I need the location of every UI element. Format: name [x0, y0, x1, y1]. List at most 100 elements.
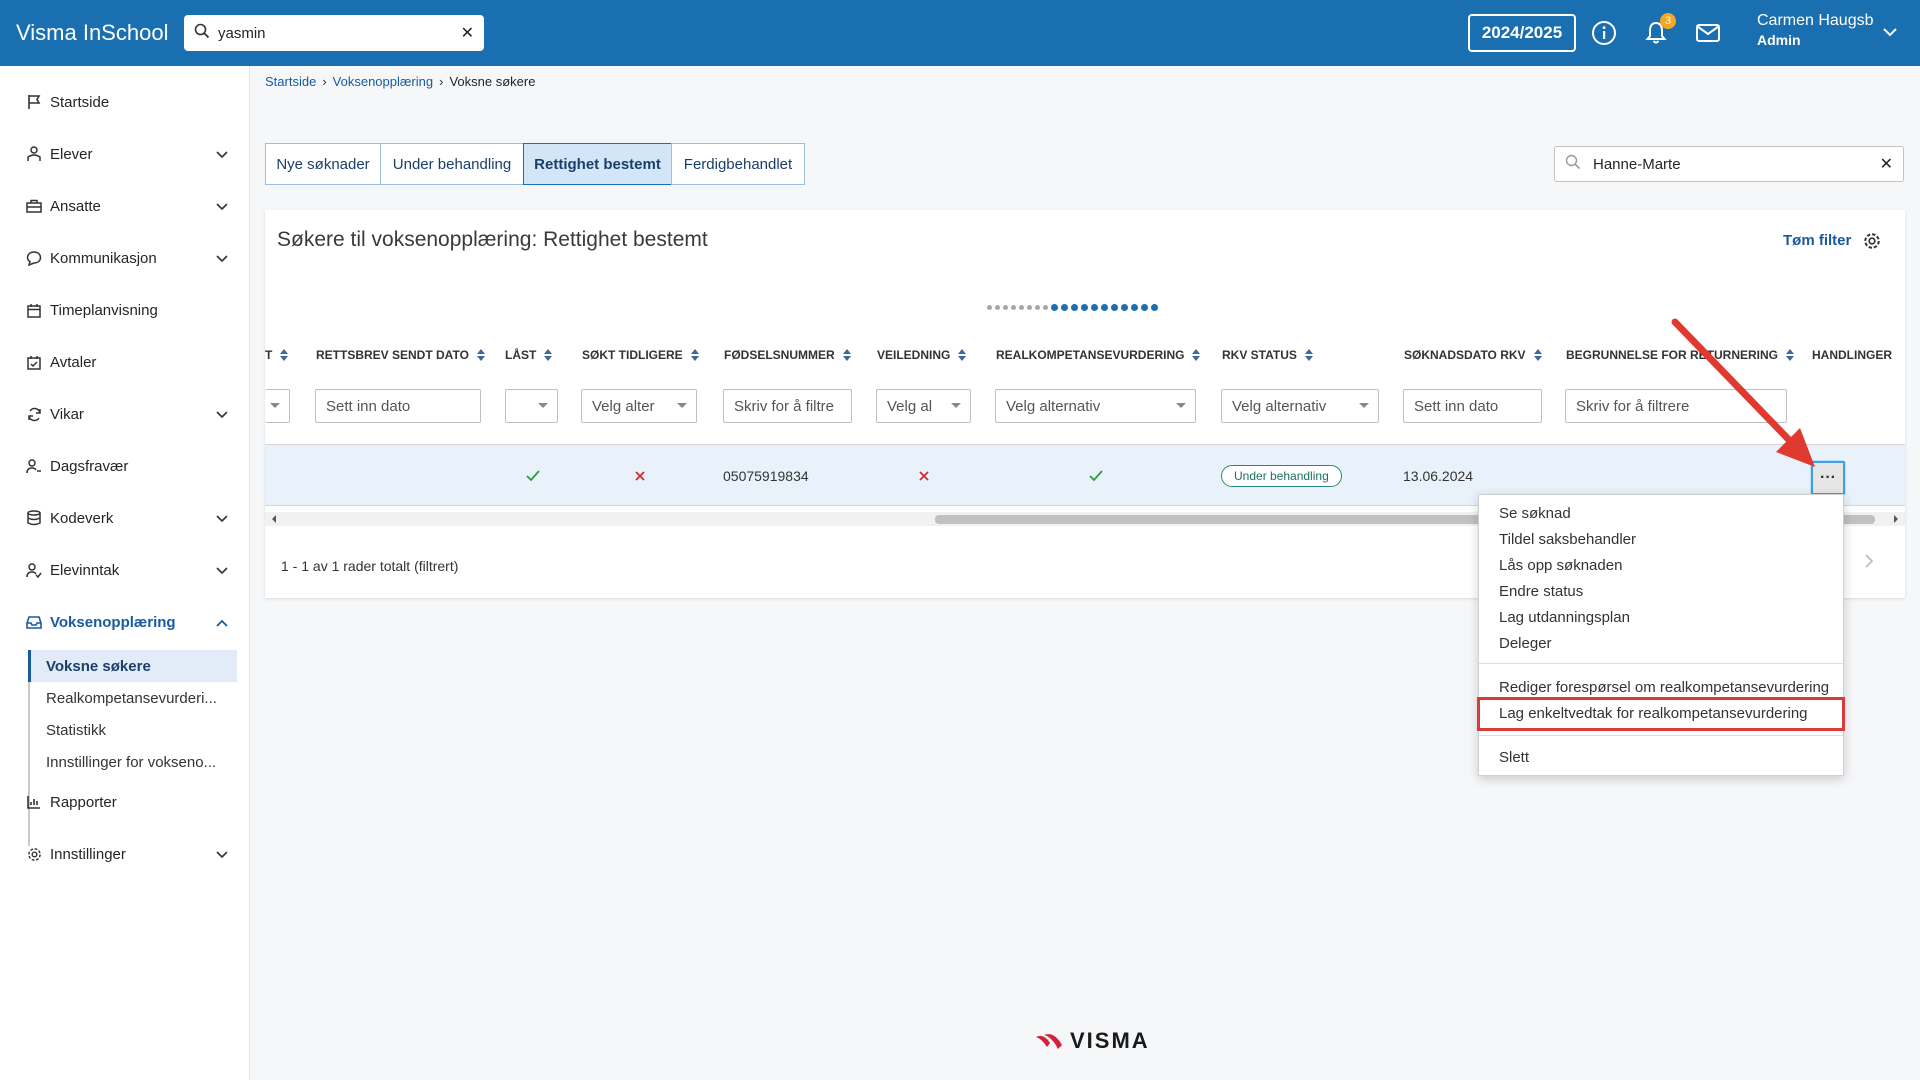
menu-item-slett[interactable]: Slett: [1499, 749, 1529, 766]
sidebar-item-startside[interactable]: Startside: [26, 90, 228, 114]
column-scroll-indicator[interactable]: [987, 304, 1158, 311]
chevron-down-icon[interactable]: [216, 510, 228, 527]
tab-under-behandling[interactable]: Under behandling: [380, 143, 524, 185]
breadcrumb-voksenopplaering[interactable]: Voksenopplæring: [333, 74, 433, 89]
menu-item-lag-utdanningsplan[interactable]: Lag utdanningsplan: [1499, 609, 1630, 626]
chevron-down-icon[interactable]: [216, 562, 228, 579]
sort-icon[interactable]: [690, 349, 699, 361]
column-header[interactable]: LÅST: [505, 348, 553, 362]
filter-date-rettsbrev[interactable]: Sett inn dato: [315, 389, 481, 423]
filter-select-rkv-status[interactable]: Velg alternativ: [1221, 389, 1379, 423]
column-header[interactable]: RKV STATUS: [1222, 348, 1313, 362]
calendar-icon: [26, 302, 42, 318]
chevron-right-icon[interactable]: [1865, 554, 1874, 573]
clear-search-icon[interactable]: ✕: [1880, 154, 1893, 174]
scroll-left-icon[interactable]: [272, 515, 276, 523]
sidebar-item-label: Startside: [50, 93, 110, 111]
notification-badge: 3: [1660, 13, 1676, 29]
chevron-down-icon[interactable]: [216, 406, 228, 423]
sort-icon[interactable]: [1304, 349, 1313, 361]
bell-icon[interactable]: 3: [1642, 13, 1676, 47]
menu-item-tildel-saksbehandler[interactable]: Tildel saksbehandler: [1499, 531, 1636, 548]
chevron-down-icon[interactable]: [216, 198, 228, 215]
briefcase-icon: [26, 198, 42, 214]
table-search[interactable]: ✕: [1554, 146, 1904, 182]
column-header[interactable]: T: [265, 348, 289, 362]
sidebar-item-ansatte[interactable]: Ansatte: [26, 194, 228, 218]
table-search-input[interactable]: [1593, 155, 1880, 173]
menu-item-deleger[interactable]: Deleger: [1499, 635, 1552, 652]
sidebar-subitem-statistikk[interactable]: Statistikk: [28, 714, 237, 746]
tab-rettighet-bestemt[interactable]: Rettighet bestemt: [523, 143, 672, 185]
filter-input-fodselsnummer[interactable]: Skriv for å filtre: [723, 389, 852, 423]
sidebar-item-dagsfravaer[interactable]: Dagsfravær: [26, 454, 228, 478]
school-year-button[interactable]: 2024/2025: [1468, 14, 1576, 52]
column-header[interactable]: BEGRUNNELSE FOR RETURNERING: [1566, 348, 1795, 362]
sidebar-item-vikar[interactable]: Vikar: [26, 402, 228, 426]
column-header[interactable]: REALKOMPETANSEVURDERING: [996, 348, 1201, 362]
column-header[interactable]: SØKNADSDATO RKV: [1404, 348, 1542, 362]
sidebar-item-avtaler[interactable]: Avtaler: [26, 350, 228, 374]
chevron-down-icon[interactable]: [216, 146, 228, 163]
chevron-down-icon[interactable]: [1883, 24, 1897, 42]
sidebar-item-innstillinger[interactable]: Innstillinger: [26, 842, 228, 866]
sidebar-item-kodeverk[interactable]: Kodeverk: [26, 506, 228, 530]
column-header[interactable]: SØKT TIDLIGERE: [582, 348, 699, 362]
page-title: Søkere til voksenopplæring: Rettighet be…: [277, 228, 708, 251]
sort-icon[interactable]: [544, 349, 553, 361]
inbox-icon: [26, 614, 42, 630]
clear-filter-button[interactable]: Tøm filter: [1783, 232, 1851, 249]
sidebar-subitem-innstillinger-voksenopplaering[interactable]: Innstillinger for vokseno...: [28, 746, 237, 778]
global-search-input[interactable]: [218, 24, 461, 42]
sidebar-item-kommunikasjon[interactable]: Kommunikasjon: [26, 246, 228, 270]
mail-icon[interactable]: [1694, 19, 1722, 47]
filter-select[interactable]: [265, 389, 290, 423]
sidebar-subitem-voksne-sokere[interactable]: Voksne søkere: [28, 650, 237, 682]
sort-icon[interactable]: [1533, 349, 1542, 361]
column-header[interactable]: FØDSELSNUMMER: [724, 348, 851, 362]
sort-icon[interactable]: [280, 349, 289, 361]
column-header[interactable]: RETTSBREV SENDT DATO: [316, 348, 485, 362]
sidebar-item-voksenopplaering[interactable]: Voksenopplæring: [26, 610, 228, 634]
filter-date-soknadsdato[interactable]: Sett inn dato: [1403, 389, 1542, 423]
sidebar-item-elever[interactable]: Elever: [26, 142, 228, 166]
chevron-down-icon[interactable]: [216, 250, 228, 267]
sidebar-item-elevinntak[interactable]: Elevinntak: [26, 558, 228, 582]
sort-icon[interactable]: [958, 349, 967, 361]
students-icon: [26, 146, 42, 162]
sort-icon[interactable]: [842, 349, 851, 361]
row-actions-button[interactable]: ···: [1811, 461, 1845, 495]
breadcrumb-startside[interactable]: Startside: [265, 74, 316, 89]
filter-select-last[interactable]: [505, 389, 558, 423]
menu-item-endre-status[interactable]: Endre status: [1499, 583, 1583, 600]
clear-search-icon[interactable]: ✕: [461, 23, 474, 43]
tab-nye-soknader[interactable]: Nye søknader: [265, 143, 381, 185]
scroll-right-icon[interactable]: [1894, 515, 1898, 523]
sort-icon[interactable]: [1786, 349, 1795, 361]
menu-item-se-soknad[interactable]: Se søknad: [1499, 505, 1571, 522]
sidebar-item-rapporter[interactable]: Rapporter: [26, 790, 228, 814]
sidebar-item-timeplanvisning[interactable]: Timeplanvisning: [26, 298, 228, 322]
filter-select-realkompetansevurdering[interactable]: Velg alternativ: [995, 389, 1196, 423]
chevron-down-icon[interactable]: [216, 846, 228, 863]
search-icon: [194, 23, 210, 44]
filter-input-begrunnelse[interactable]: Skriv for å filtrere: [1565, 389, 1787, 423]
filter-select-veiledning[interactable]: Velg al: [876, 389, 971, 423]
sidebar: Startside Elever Ansatte Kommunikasjon T…: [0, 66, 250, 1080]
column-header[interactable]: VEILEDNING: [877, 348, 967, 362]
app-title[interactable]: Visma InSchool: [16, 20, 184, 46]
breadcrumb: Startside › Voksenopplæring › Voksne søk…: [265, 74, 535, 89]
menu-item-rediger-foresporsel[interactable]: Rediger forespørsel om realkompetansevur…: [1499, 679, 1829, 696]
sort-icon[interactable]: [1192, 349, 1201, 361]
sidebar-item-label: Kodeverk: [50, 509, 114, 527]
sidebar-subitem-realkompetansevurdering[interactable]: Realkompetansevurderi...: [28, 682, 237, 714]
global-search[interactable]: ✕: [184, 15, 484, 51]
sort-icon[interactable]: [476, 349, 485, 361]
tab-ferdigbehandlet[interactable]: Ferdigbehandlet: [671, 143, 805, 185]
chevron-up-icon[interactable]: [216, 614, 228, 631]
filter-select-sokt[interactable]: Velg alter: [581, 389, 697, 423]
info-icon[interactable]: [1590, 19, 1618, 47]
user-menu[interactable]: Carmen Haugsb Admin: [1757, 12, 1874, 48]
gear-icon[interactable]: [1863, 232, 1881, 255]
menu-item-las-opp-soknaden[interactable]: Lås opp søknaden: [1499, 557, 1622, 574]
